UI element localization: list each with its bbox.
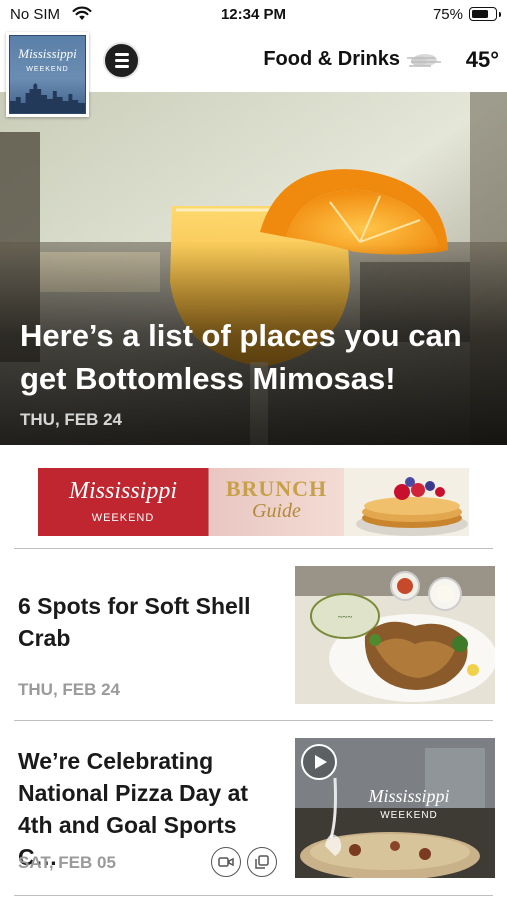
- hamburger-icon-line: [114, 65, 129, 68]
- app-logo[interactable]: Mississippi WEEKEND: [6, 32, 89, 117]
- article-thumbnail[interactable]: ~~~: [295, 566, 495, 704]
- hero-date: THU, FEB 24: [20, 410, 123, 429]
- ad-brunch-text: BRUNCH: [225, 476, 328, 501]
- logo-brand-text: Mississippi: [18, 46, 77, 61]
- svg-text:~~~: ~~~: [338, 612, 353, 622]
- article-thumbnail[interactable]: Mississippi WEEKEND: [295, 738, 495, 878]
- brunch-guide-ad-banner[interactable]: Mississippi WEEKEND BRUNCH Guide: [38, 468, 469, 536]
- wind-cloud-icon: [407, 54, 441, 67]
- divider: [14, 720, 493, 721]
- menu-button[interactable]: [103, 42, 140, 79]
- article-title[interactable]: 6 Spots for Soft Shell Crab: [18, 590, 280, 654]
- ad-guide-text: Guide: [252, 500, 301, 522]
- ad-pancake-image: [344, 468, 469, 536]
- temperature-label: 45°: [465, 47, 499, 72]
- hero-article[interactable]: Here’s a list of places you can get Bott…: [0, 92, 507, 445]
- battery-percent: 75%: [432, 6, 463, 23]
- divider: [14, 548, 493, 549]
- ad-brand-text: Mississippi: [68, 478, 178, 504]
- ad-sub-text: WEEKEND: [91, 512, 155, 524]
- app-header: Mississippi WEEKEND Food & Drinks 45°: [0, 30, 507, 117]
- article-date: SAT, FEB 05: [18, 853, 116, 872]
- gallery-icon[interactable]: [247, 847, 277, 877]
- battery-icon: [469, 7, 501, 21]
- article-date: THU, FEB 24: [18, 680, 121, 699]
- status-bar: No SIM 12:34 PM 75%: [0, 0, 507, 30]
- skyline-graphic: [10, 83, 85, 113]
- hamburger-icon-line: [114, 53, 129, 56]
- section-title[interactable]: Food & Drinks: [263, 48, 400, 71]
- ad-brand-panel: Mississippi WEEKEND: [38, 468, 208, 536]
- logo-sub-text: WEEKEND: [26, 66, 69, 73]
- hero-title[interactable]: Here’s a list of places you can get Bott…: [20, 314, 490, 400]
- hamburger-icon-line: [114, 59, 129, 62]
- video-icon[interactable]: [211, 847, 241, 877]
- thumbnail-brand-text: Mississippi: [368, 786, 450, 806]
- ad-title-panel: BRUNCH Guide: [208, 468, 344, 536]
- thumbnail-sub-text: WEEKEND: [380, 810, 438, 821]
- divider: [14, 895, 493, 896]
- clock: 12:34 PM: [220, 6, 287, 23]
- play-icon[interactable]: [301, 744, 337, 780]
